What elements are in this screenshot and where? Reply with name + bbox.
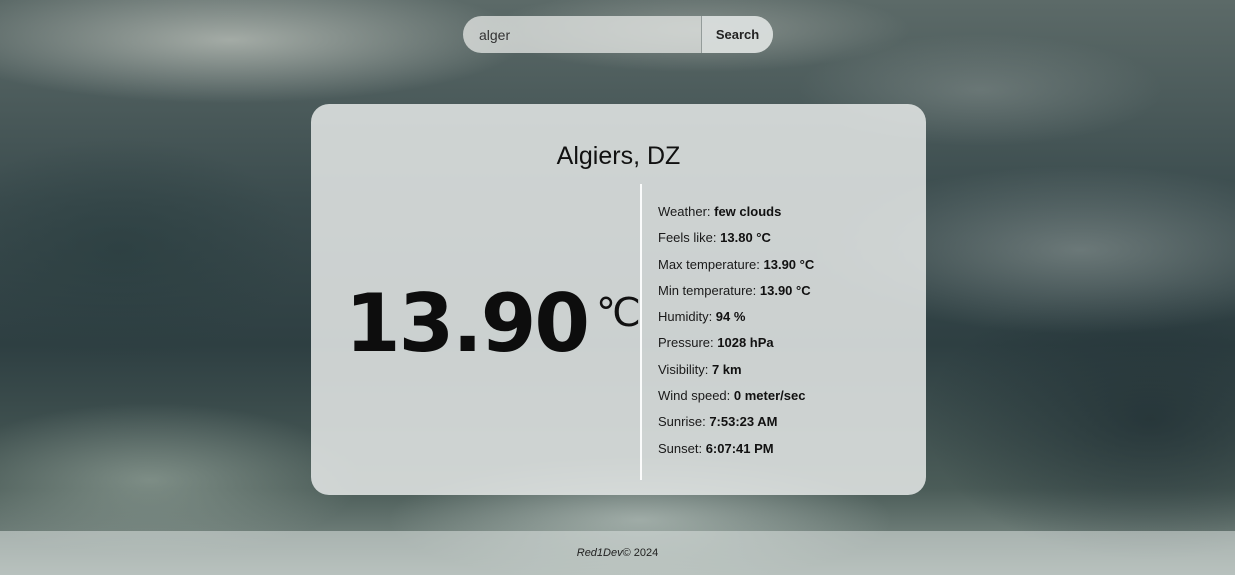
detail-label: Wind speed: [658, 388, 734, 404]
detail-label: Visibility: [658, 361, 712, 377]
detail-value: 13.90 °C [759, 282, 811, 298]
detail-label: Weather: [658, 204, 715, 219]
detail-label: Sunrise: [658, 414, 710, 430]
detail-value: few clouds [714, 204, 782, 219]
detail-label: Min temperature: [658, 282, 760, 298]
search-bar: Search [463, 16, 773, 53]
detail-sunrise: Sunrise: 7:53:23 AM [658, 414, 814, 440]
detail-label: Feels like: [658, 230, 721, 246]
footer-brand: Red1Dev [576, 547, 623, 559]
detail-weather: Weather: few clouds [658, 204, 814, 230]
detail-humidity: Humidity: 94 % [658, 309, 814, 335]
search-input[interactable] [463, 16, 701, 53]
temperature-value: 13.90 [345, 277, 590, 370]
detail-value: 1028 hPa [717, 335, 774, 351]
detail-label: Max temperature: [658, 256, 764, 272]
detail-pressure: Pressure: 1028 hPa [658, 335, 814, 361]
footer: Red1Dev © 2024 [0, 531, 1235, 575]
weather-card: Algiers, DZ 13.90 ℃ Weather: few clouds … [311, 104, 926, 495]
detail-value: 6:07:41 PM [705, 440, 774, 456]
detail-sunset: Sunset: 6:07:41 PM [658, 441, 814, 467]
temperature-unit: ℃ [596, 291, 641, 335]
detail-value: 13.90 °C [763, 256, 815, 272]
vertical-divider [640, 184, 642, 480]
detail-wind-speed: Wind speed: 0 meter/sec [658, 388, 814, 414]
current-temperature: 13.90 ℃ [345, 284, 641, 364]
detail-min-temperature: Min temperature: 13.90 °C [658, 283, 814, 309]
detail-label: Pressure: [658, 335, 718, 351]
weather-details-list: Weather: few clouds Feels like: 13.80 °C… [658, 204, 814, 467]
detail-value: 13.80 °C [720, 230, 771, 246]
detail-label: Humidity: [658, 309, 716, 325]
search-button[interactable]: Search [701, 16, 773, 53]
detail-max-temperature: Max temperature: 13.90 °C [658, 257, 814, 283]
detail-value: 7 km [711, 361, 742, 377]
detail-value: 7:53:23 AM [709, 414, 778, 430]
footer-copyright: © 2024 [622, 547, 659, 559]
detail-value: 0 meter/sec [733, 388, 806, 404]
detail-value: 94 % [715, 309, 746, 325]
detail-visibility: Visibility: 7 km [658, 362, 814, 388]
city-name: Algiers, DZ [556, 142, 681, 170]
detail-feels-like: Feels like: 13.80 °C [658, 230, 814, 256]
detail-label: Sunset: [658, 440, 706, 456]
